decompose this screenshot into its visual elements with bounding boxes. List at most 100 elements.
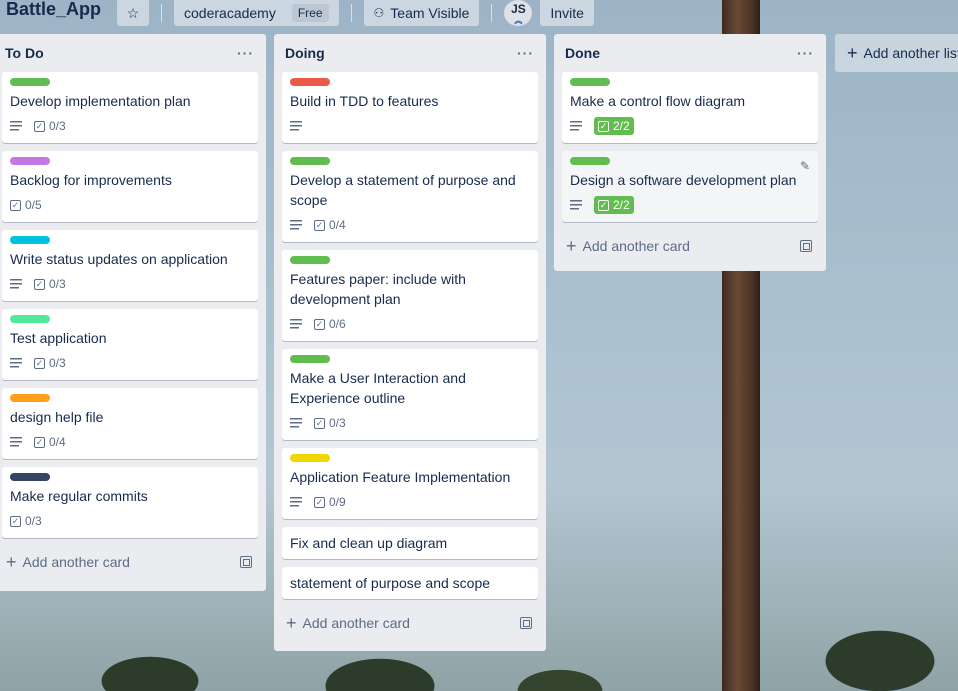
list-title[interactable]: To Do xyxy=(5,45,44,61)
card-label[interactable] xyxy=(10,236,50,244)
board-title[interactable]: Battle_App xyxy=(6,0,101,20)
description-icon xyxy=(290,418,302,428)
card-badges: ✓ 0/9 xyxy=(290,491,530,513)
card-label[interactable] xyxy=(570,78,610,86)
card-badges: ✓ 0/6 xyxy=(290,313,530,335)
avatar[interactable]: JS ︽ xyxy=(504,0,533,26)
card[interactable]: ✎ Design a software development plan ✓ 2/… xyxy=(562,151,818,222)
list-title[interactable]: Done xyxy=(565,45,600,61)
card-label[interactable] xyxy=(290,256,330,264)
card-label[interactable] xyxy=(570,157,610,165)
checklist-badge: ✓ 0/4 xyxy=(314,218,346,232)
card-label[interactable] xyxy=(10,315,50,323)
team-icon: ⚇ xyxy=(373,6,385,20)
card-label[interactable] xyxy=(290,355,330,363)
visibility-button[interactable]: ⚇ Team Visible xyxy=(363,0,480,26)
card[interactable]: Application Feature Implementation ✓ 0/9 xyxy=(282,448,538,519)
card-label[interactable] xyxy=(10,473,50,481)
card-badges: ✓ 0/3 xyxy=(10,115,250,137)
description-icon xyxy=(570,200,582,210)
card-badges: ✓ 2/2 xyxy=(570,194,810,216)
card[interactable]: Write status updates on application ✓ 0/3 xyxy=(2,230,258,301)
card-template-icon[interactable] xyxy=(800,240,812,252)
list-header: Doing ··· xyxy=(282,34,538,72)
list-header: To Do ··· xyxy=(2,34,258,72)
card-label[interactable] xyxy=(290,454,330,462)
card[interactable]: statement of purpose and scope xyxy=(282,567,538,599)
card[interactable]: Make regular commits ✓ 0/3 xyxy=(2,467,258,538)
list-title[interactable]: Doing xyxy=(285,45,325,61)
checklist-badge: ✓ 0/3 xyxy=(314,416,346,430)
card[interactable]: design help file ✓ 0/4 xyxy=(2,388,258,459)
plan-badge: Free xyxy=(291,4,329,22)
description-icon xyxy=(290,497,302,507)
card-label[interactable] xyxy=(10,157,50,165)
checklist-icon: ✓ xyxy=(34,120,45,132)
workspace-name: coderacademy xyxy=(184,5,276,21)
list-menu-icon[interactable]: ··· xyxy=(797,45,814,61)
list-menu-icon[interactable]: ··· xyxy=(237,45,254,61)
card-title: Backlog for improvements xyxy=(10,172,172,188)
card[interactable]: Test application ✓ 0/3 xyxy=(2,309,258,380)
header-divider xyxy=(161,4,163,22)
list-menu-icon[interactable]: ··· xyxy=(517,45,534,61)
checklist-badge: ✓ 0/3 xyxy=(34,277,66,291)
visibility-label: Team Visible xyxy=(390,5,470,21)
card-template-icon[interactable] xyxy=(520,617,532,629)
checklist-badge: ✓ 0/6 xyxy=(314,317,346,331)
card[interactable]: Develop implementation plan ✓ 0/3 xyxy=(2,72,258,143)
card[interactable]: Backlog for improvements ✓ 0/5 xyxy=(2,151,258,222)
add-card-label: Add another card xyxy=(302,615,410,631)
header-divider xyxy=(350,4,352,22)
checklist-count: 0/3 xyxy=(49,119,66,133)
plus-icon: + xyxy=(286,613,297,633)
description-icon xyxy=(290,121,302,131)
card[interactable]: Build in TDD to features xyxy=(282,72,538,143)
checklist-icon: ✓ xyxy=(10,199,21,211)
card[interactable]: Features paper: include with development… xyxy=(282,250,538,341)
star-button[interactable]: ☆ xyxy=(117,0,150,26)
checklist-badge: ✓ 0/9 xyxy=(314,495,346,509)
checklist-badge: ✓ 0/3 xyxy=(34,119,66,133)
checklist-badge: ✓ 0/3 xyxy=(34,356,66,370)
checklist-icon: ✓ xyxy=(10,515,21,527)
card-badges: ✓ 0/3 xyxy=(10,352,250,374)
card-title: Write status updates on application xyxy=(10,251,228,267)
card-badges: ✓ 0/3 xyxy=(10,273,250,295)
card-title: statement of purpose and scope xyxy=(290,575,491,591)
card-title: Features paper: include with development… xyxy=(290,271,466,307)
add-card-button[interactable]: + Add another card xyxy=(282,605,538,641)
checklist-count: 0/4 xyxy=(49,435,66,449)
add-list-button[interactable]: + Add another list xyxy=(835,34,958,72)
invite-button[interactable]: Invite xyxy=(540,0,594,26)
checklist-count: 0/5 xyxy=(25,198,42,212)
checklist-icon: ✓ xyxy=(598,199,609,211)
add-list-label: Add another list xyxy=(863,45,958,61)
list-doing: Doing ··· Build in TDD to features Devel… xyxy=(274,34,546,651)
add-card-button[interactable]: + Add another card xyxy=(562,228,818,264)
card-template-icon[interactable] xyxy=(240,556,252,568)
card[interactable]: Develop a statement of purpose and scope… xyxy=(282,151,538,242)
card[interactable]: Make a control flow diagram ✓ 2/2 xyxy=(562,72,818,143)
pencil-edit-icon[interactable]: ✎ xyxy=(800,159,810,173)
card-label[interactable] xyxy=(10,78,50,86)
header-divider xyxy=(491,4,493,22)
checklist-count: 0/4 xyxy=(329,218,346,232)
description-icon xyxy=(570,121,582,131)
checklist-count: 0/3 xyxy=(49,277,66,291)
plus-icon: + xyxy=(847,43,858,63)
card-title: Make regular commits xyxy=(10,488,148,504)
card[interactable]: Fix and clean up diagram xyxy=(282,527,538,559)
card[interactable]: Make a User Interaction and Experience o… xyxy=(282,349,538,440)
card-label[interactable] xyxy=(290,157,330,165)
card-title: Make a control flow diagram xyxy=(570,93,746,109)
workspace-button[interactable]: coderacademy Free xyxy=(174,0,339,26)
card-label[interactable] xyxy=(10,394,50,402)
card-label[interactable] xyxy=(290,78,330,86)
checklist-icon: ✓ xyxy=(34,436,45,448)
checklist-count: 0/3 xyxy=(49,356,66,370)
add-card-button[interactable]: + Add another card xyxy=(2,544,258,580)
checklist-icon: ✓ xyxy=(314,496,325,508)
card-badges: ✓ 0/4 xyxy=(290,214,530,236)
card-title: Build in TDD to features xyxy=(290,93,439,109)
